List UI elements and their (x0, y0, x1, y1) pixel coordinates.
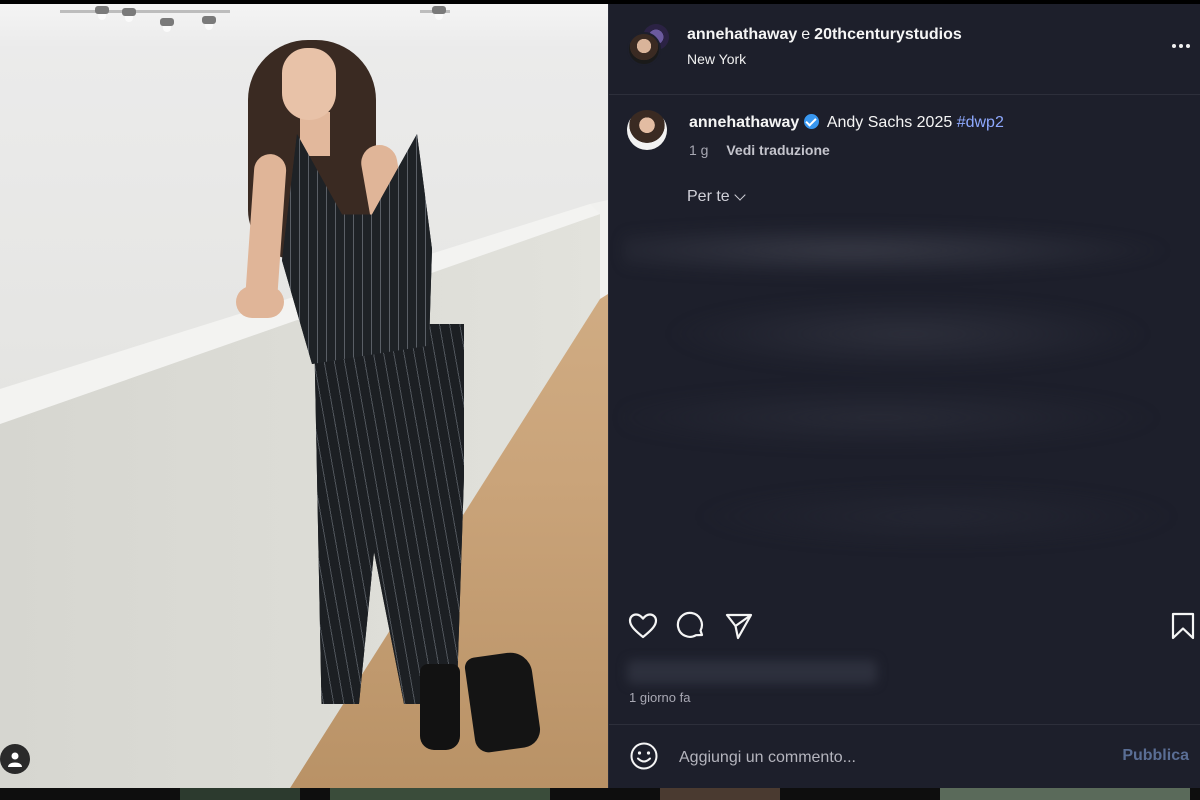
comment-input[interactable] (677, 743, 1101, 773)
heart-icon (628, 613, 658, 639)
location-link[interactable]: New York (687, 51, 746, 67)
hashtag-link[interactable]: #dwp2 (957, 114, 1004, 131)
more-options-button[interactable] (1169, 38, 1193, 54)
emoji-button[interactable] (629, 741, 659, 771)
comment-composer: Pubblica (609, 724, 1200, 789)
author-names: annehathaway e 20thcenturystudios (687, 26, 962, 44)
action-bar (609, 610, 1200, 650)
post-details-panel: annehathaway e 20thcenturystudios New York… (608, 4, 1200, 788)
coauthor-username[interactable]: 20thcenturystudios (814, 26, 962, 43)
avatar[interactable] (627, 32, 661, 66)
comment-sort-dropdown[interactable]: Per te (687, 188, 746, 206)
chevron-down-icon (734, 189, 746, 201)
author-username[interactable]: annehathaway (687, 26, 797, 43)
caption-meta: 1 g Vedi traduzione (689, 142, 830, 158)
post-timestamp: 1 giorno fa (629, 690, 691, 705)
like-button[interactable] (627, 610, 659, 642)
send-icon (725, 613, 753, 640)
share-button[interactable] (723, 610, 755, 642)
avatar[interactable] (627, 110, 667, 150)
translate-link[interactable]: Vedi traduzione (726, 142, 829, 158)
caption-time: 1 g (689, 142, 709, 158)
caption-body: Andy Sachs 2025 (826, 114, 953, 131)
tagged-users-icon[interactable] (0, 744, 30, 774)
emoji-icon (630, 742, 658, 770)
conjunction: e (801, 26, 811, 43)
comment-button[interactable] (675, 610, 707, 642)
sort-label: Per te (687, 188, 730, 205)
caption-username[interactable]: annehathaway (689, 114, 799, 131)
comments-list-blurred (623, 220, 1193, 600)
collab-avatars[interactable] (627, 24, 673, 72)
comment-icon (676, 611, 704, 638)
next-posts-strip[interactable] (0, 788, 1200, 800)
person-figure (0, 4, 608, 788)
verified-badge-icon (804, 114, 820, 129)
post-image[interactable] (0, 4, 608, 788)
post-header: annehathaway e 20thcenturystudios New York (609, 4, 1200, 95)
caption-text: annehathaway Andy Sachs 2025 #dwp2 (689, 114, 1004, 132)
likes-count-blurred (627, 660, 877, 684)
publish-button[interactable]: Pubblica (1122, 747, 1189, 765)
bookmark-icon (1171, 612, 1195, 640)
save-button[interactable] (1167, 610, 1199, 642)
